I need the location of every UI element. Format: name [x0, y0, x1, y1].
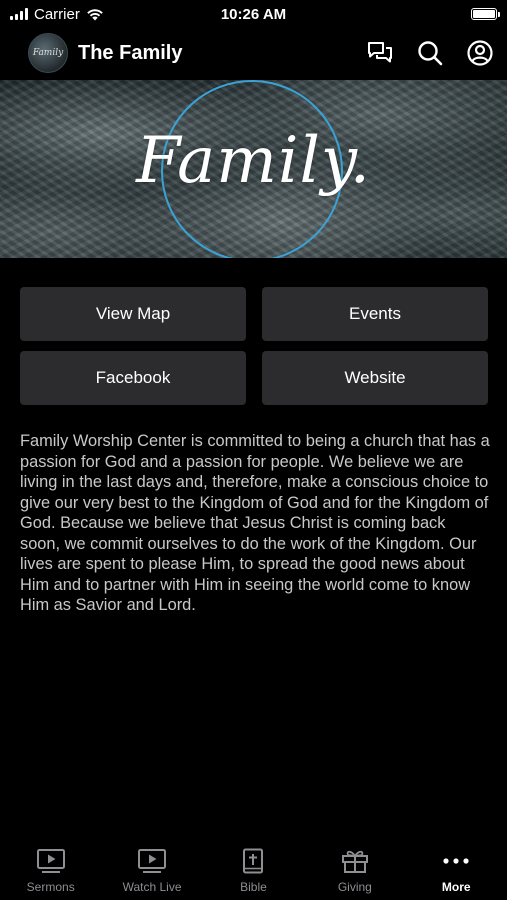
tab-label: Watch Live — [122, 880, 182, 894]
church-description: Family Worship Center is committed to be… — [20, 432, 490, 614]
app-logo[interactable]: Family — [28, 33, 68, 73]
page-title: The Family — [78, 41, 183, 64]
banner-logo-text: Family. — [136, 124, 371, 198]
tab-giving[interactable]: Giving — [304, 848, 405, 894]
gift-icon — [341, 850, 368, 873]
more-icon — [443, 858, 469, 864]
tab-watch-live[interactable]: Watch Live — [102, 848, 203, 894]
status-bar: Carrier 10:26 AM — [0, 0, 507, 28]
tab-label: More — [441, 880, 471, 894]
status-time: 10:26 AM — [220, 5, 287, 23]
tab-bible[interactable]: Bible — [203, 848, 304, 894]
action-buttons: View Map Events Facebook Website — [20, 287, 488, 405]
tab-label: Giving — [337, 880, 372, 894]
battery-icon — [471, 8, 500, 20]
header-actions — [367, 40, 493, 66]
search-icon[interactable] — [417, 40, 443, 66]
facebook-button[interactable]: Facebook — [20, 351, 246, 405]
tab-sermons[interactable]: Sermons — [0, 848, 101, 894]
profile-icon[interactable] — [467, 40, 493, 66]
bottom-tab-bar: Sermons Watch Live Bible Giving More — [0, 840, 507, 900]
tab-more[interactable]: More — [406, 848, 507, 894]
app-screen: Carrier 10:26 AM Family The Family Famil… — [0, 0, 507, 900]
chat-icon[interactable] — [367, 41, 393, 65]
website-button[interactable]: Website — [262, 351, 488, 405]
hero-banner: Family. — [0, 80, 507, 258]
view-map-button[interactable]: View Map — [20, 287, 246, 341]
app-header: Family The Family — [0, 28, 507, 78]
bible-icon — [243, 848, 264, 874]
tab-label: Bible — [240, 880, 267, 894]
sermons-icon — [36, 849, 65, 873]
watch-live-icon — [138, 849, 167, 873]
events-button[interactable]: Events — [262, 287, 488, 341]
tab-label: Sermons — [26, 880, 75, 894]
